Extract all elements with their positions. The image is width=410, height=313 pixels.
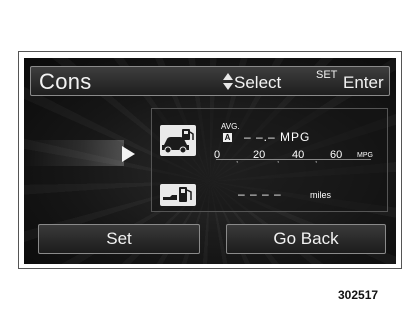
fuel-pump-icon [160, 184, 196, 206]
mpg-value: – –.– MPG [244, 130, 311, 144]
car-fuel-icon [160, 125, 196, 156]
screen-title: Cons [39, 69, 92, 94]
figure-number: 302517 [338, 288, 379, 302]
updown-icon [223, 72, 233, 92]
set-label: SET [316, 69, 338, 81]
select-label: Select [234, 73, 282, 92]
scale-unit: MPG [357, 152, 373, 159]
scale-tick-60: 60 [330, 149, 343, 161]
scale-tick-20: 20 [253, 149, 266, 161]
display-screen: Cons Select SET Enter AVG. A – –.– MPG 0… [24, 58, 396, 264]
scale-tick-40: 40 [292, 149, 305, 161]
play-arrow-icon [122, 146, 135, 162]
scale-separator: , [236, 155, 239, 164]
set-button[interactable]: Set [38, 224, 200, 254]
mode-badge: A [223, 133, 232, 142]
range-value: – – – – [238, 187, 282, 201]
avg-label: AVG. [221, 122, 240, 131]
scale-tick-0: 0 [214, 149, 221, 161]
header-bar: Cons Select SET Enter [30, 66, 390, 96]
scale-separator: , [315, 155, 318, 164]
go-back-button[interactable]: Go Back [226, 224, 386, 254]
selection-beam [24, 140, 124, 166]
range-unit: miles [310, 190, 332, 200]
enter-label: Enter [343, 73, 384, 92]
scale-separator: , [277, 155, 280, 164]
